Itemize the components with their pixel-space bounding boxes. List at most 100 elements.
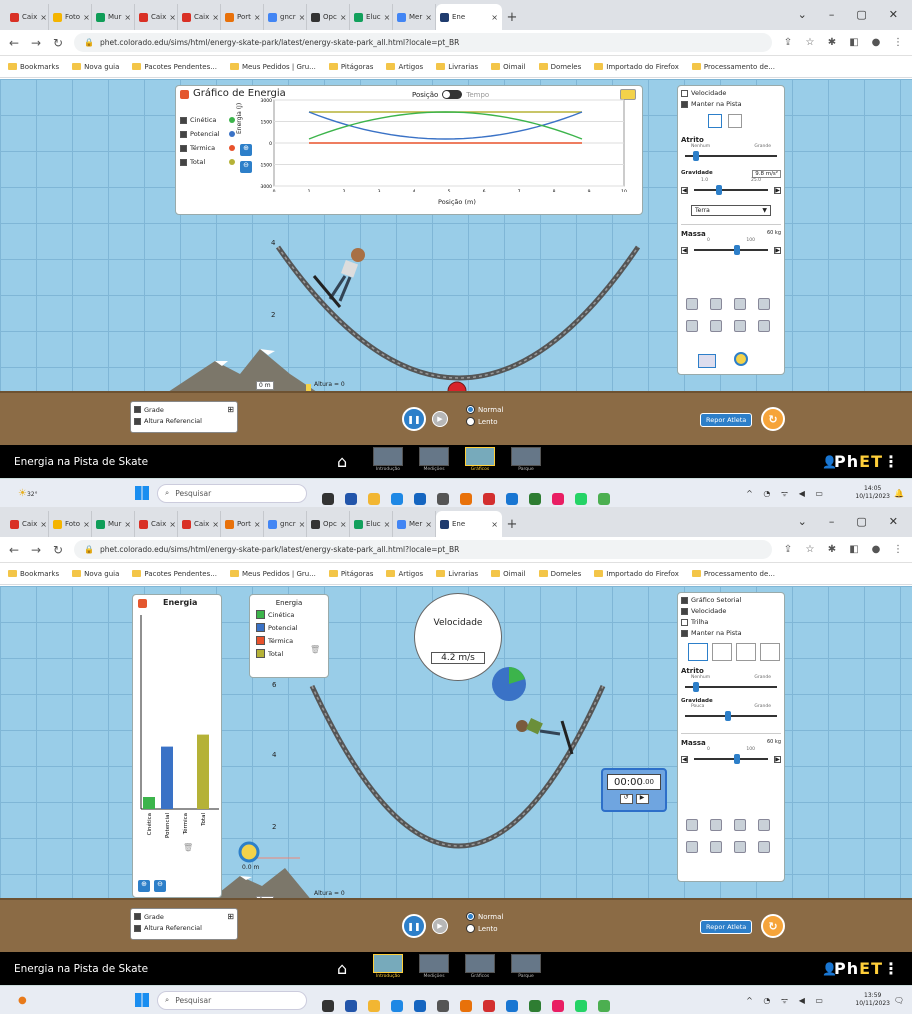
browser-tab[interactable]: gncr × — [264, 511, 307, 537]
tab-close-icon[interactable]: × — [491, 520, 498, 529]
mass-increment-button[interactable]: ▶ — [774, 246, 781, 254]
browser-tab[interactable]: Caix × — [6, 511, 49, 537]
pause-button[interactable]: ❚❚ — [402, 407, 426, 431]
skater-choice[interactable] — [686, 298, 698, 310]
share-icon[interactable]: ⇪ — [782, 37, 794, 48]
track-shape-loop-button[interactable] — [760, 643, 780, 661]
mail-icon[interactable] — [506, 493, 518, 505]
browser-tab[interactable]: Eluc × — [350, 511, 393, 537]
tab-close-icon[interactable]: × — [299, 13, 306, 22]
skater-choice[interactable] — [734, 298, 746, 310]
gravity-slider[interactable] — [694, 185, 768, 195]
browser-tab[interactable]: Caix × — [178, 4, 221, 30]
tab-close-icon[interactable]: × — [340, 13, 347, 22]
bookmark-item[interactable]: Oimail — [491, 63, 526, 71]
tab-close-icon[interactable]: × — [384, 13, 391, 22]
tab-close-icon[interactable]: × — [384, 520, 391, 529]
tab-close-icon[interactable]: × — [212, 520, 219, 529]
chatgpt-icon[interactable] — [437, 1000, 449, 1012]
pause-button[interactable]: ❚❚ — [402, 914, 426, 938]
zoom-out-icon[interactable]: ⊖ — [240, 161, 252, 173]
chevron-down-icon[interactable]: ⌄ — [798, 8, 807, 21]
bookmark-item[interactable]: Importado do Firefox — [594, 63, 679, 71]
reset-all-button[interactable]: ↻ — [761, 914, 785, 938]
skater-choice[interactable] — [686, 819, 698, 831]
mcafee-icon[interactable] — [483, 1000, 495, 1012]
stopwatch-tool-icon[interactable] — [698, 354, 716, 368]
bookmark-item[interactable]: Livrarias — [436, 570, 478, 578]
display-checkbox[interactable]: Manter na Pista — [681, 100, 781, 108]
bookmark-item[interactable]: Pitágoras — [328, 63, 373, 71]
tab-close-icon[interactable]: × — [40, 13, 47, 22]
tab-close-icon[interactable]: × — [83, 520, 90, 529]
system-tray[interactable]: ^ ◔ ᯤ ◀ ▭ — [746, 488, 827, 499]
ref-height-checkbox[interactable]: Altura Referencial — [134, 924, 234, 932]
grid-checkbox[interactable]: Grade ⊞ — [134, 912, 234, 921]
skater-choice[interactable] — [686, 320, 698, 332]
browser-tab[interactable]: Foto × — [49, 4, 92, 30]
bookmark-item[interactable]: Nova guia — [72, 63, 119, 71]
chrome-icon[interactable] — [460, 493, 472, 505]
taskbar-clock[interactable]: 14:05 10/11/2023 — [855, 485, 890, 501]
tab-close-icon[interactable]: × — [254, 13, 261, 22]
browser-tab[interactable]: Mer × — [393, 4, 436, 30]
sim-screen-button[interactable]: Medições — [416, 447, 452, 476]
zoom-in-icon[interactable]: ⊕ — [138, 880, 150, 892]
mass-slider[interactable] — [694, 754, 768, 764]
browser-tab[interactable]: Opc × — [307, 511, 350, 537]
back-icon[interactable]: ← — [8, 543, 20, 557]
system-tray[interactable]: ^ ◔ ᯤ ◀ ▭ — [746, 995, 827, 1006]
bookmark-item[interactable]: Livrarias — [436, 63, 478, 71]
phet-logo[interactable]: PhET⋮ — [834, 452, 900, 471]
new-tab-button[interactable]: + — [502, 4, 522, 30]
track-shape-u-button[interactable] — [688, 643, 708, 661]
whatsapp-icon[interactable] — [575, 493, 587, 505]
bookmark-item[interactable]: Pitágoras — [328, 570, 373, 578]
bookmark-item[interactable]: Nova guia — [72, 570, 119, 578]
graph-series-checkbox[interactable]: Cinética — [180, 116, 235, 124]
bookmark-item[interactable]: Bookmarks — [8, 570, 59, 578]
tab-close-icon[interactable]: × — [169, 13, 176, 22]
browser-tab[interactable]: Caix × — [135, 4, 178, 30]
chevron-down-icon[interactable]: ⌄ — [798, 515, 807, 528]
sim-screen-button[interactable]: Introdução — [370, 447, 406, 476]
skater-choice[interactable] — [758, 841, 770, 853]
track-shape-ramp-button[interactable] — [728, 114, 742, 128]
browser-tab[interactable]: Opc × — [307, 4, 350, 30]
browser-tab[interactable]: Mer × — [393, 511, 436, 537]
phet-logo[interactable]: PhET⋮ — [834, 959, 900, 978]
extensions-icon[interactable]: ✱ — [826, 544, 838, 555]
tab-close-icon[interactable]: × — [169, 520, 176, 529]
graph-series-checkbox[interactable]: Potencial — [180, 130, 235, 138]
bookmark-item[interactable]: Domeles — [538, 63, 581, 71]
edge-icon[interactable] — [391, 1000, 403, 1012]
store-icon[interactable] — [414, 493, 426, 505]
sidepanel-icon[interactable]: ◧ — [848, 37, 860, 48]
sidepanel-icon[interactable]: ◧ — [848, 544, 860, 555]
home-icon[interactable]: ⌂ — [337, 452, 347, 471]
chrome-icon[interactable] — [460, 1000, 472, 1012]
browser-tab[interactable]: Caix × — [6, 4, 49, 30]
edge-icon[interactable] — [391, 493, 403, 505]
windows-start-icon[interactable] — [135, 993, 149, 1007]
speed-normal-radio[interactable]: Normal — [466, 405, 503, 414]
tab-close-icon[interactable]: × — [124, 13, 131, 22]
skater-choice[interactable] — [734, 320, 746, 332]
display-checkbox[interactable]: Velocidade — [681, 89, 781, 97]
bookmark-item[interactable]: Bookmarks — [8, 63, 59, 71]
teams-icon[interactable] — [345, 493, 357, 505]
track-shape-w-button[interactable] — [736, 643, 756, 661]
profile-icon[interactable]: ● — [870, 37, 882, 48]
step-button[interactable]: ▶ — [432, 411, 448, 427]
browser-tab[interactable]: Ene × — [436, 4, 502, 30]
mass-increment-button[interactable]: ▶ — [774, 755, 781, 763]
task-view-icon[interactable] — [322, 493, 334, 505]
excel-icon[interactable] — [529, 493, 541, 505]
url-field[interactable]: 🔒 phet.colorado.edu/sims/html/energy-skat… — [74, 33, 772, 52]
taskbar-search[interactable]: ⌕ Pesquisar — [157, 483, 307, 503]
skater-choice[interactable] — [710, 819, 722, 831]
instagram-icon[interactable] — [552, 493, 564, 505]
star-icon[interactable]: ☆ — [804, 544, 816, 555]
browser-tab[interactable]: Caix × — [135, 511, 178, 537]
skater-choice[interactable] — [758, 320, 770, 332]
